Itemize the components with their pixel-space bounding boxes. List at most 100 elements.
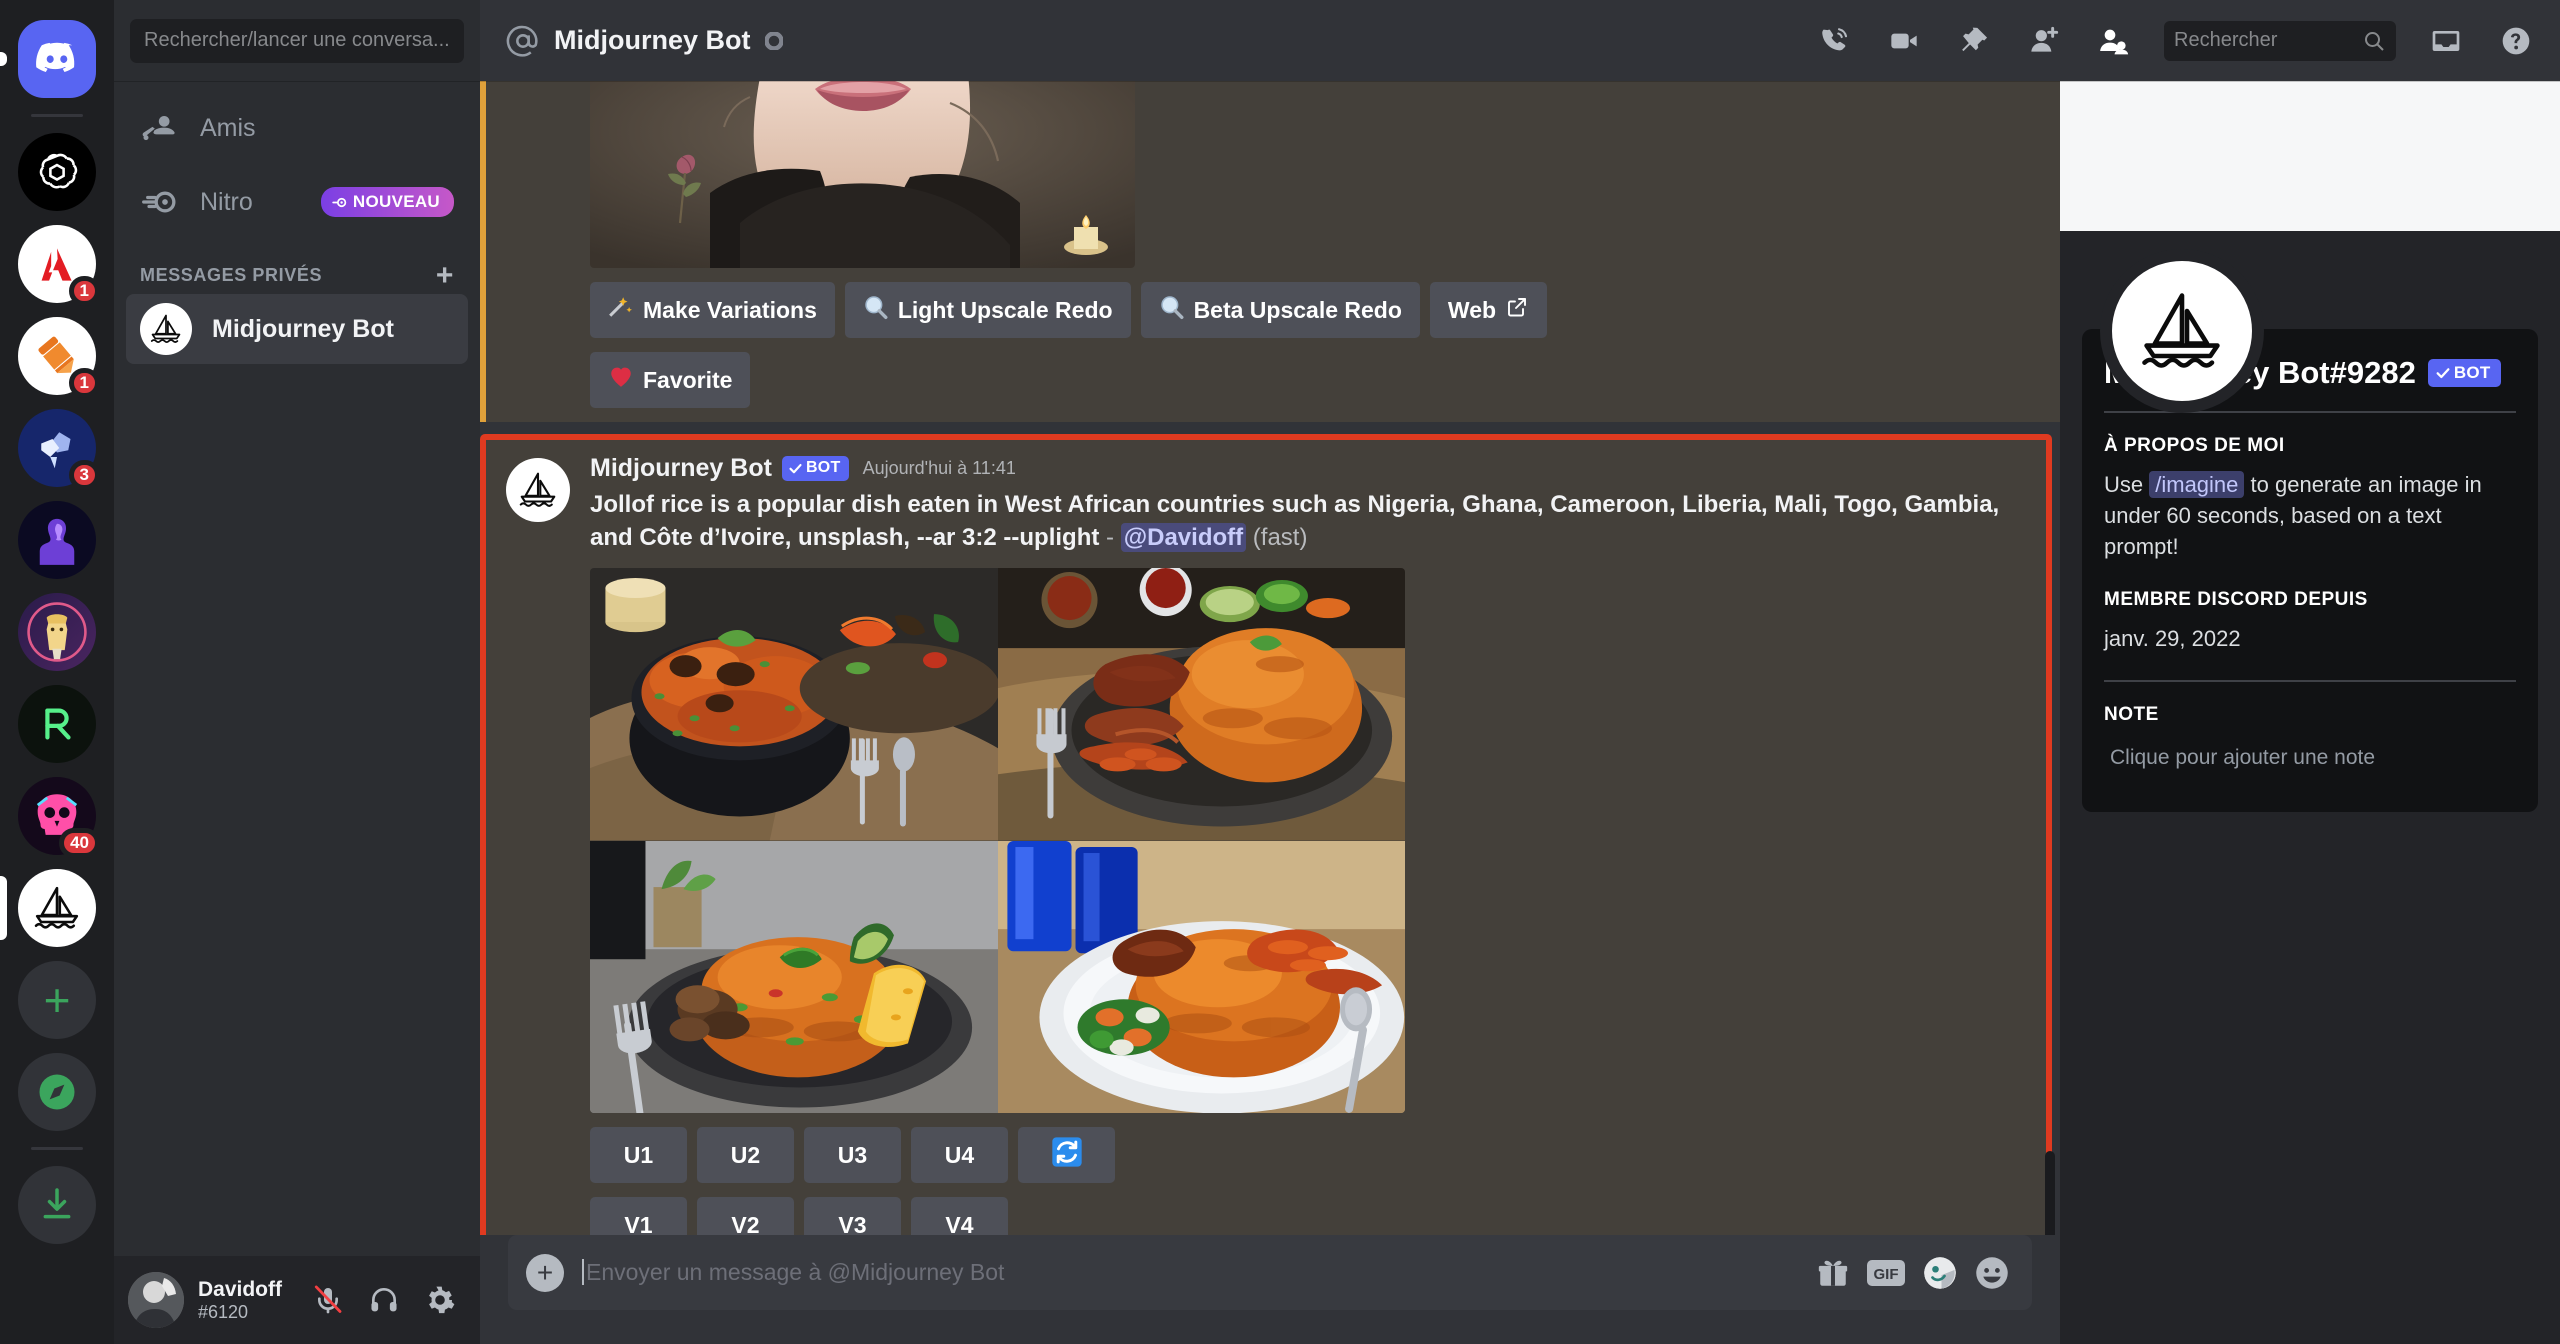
avatar[interactable]: [2100, 249, 2264, 413]
inbox-icon[interactable]: [2418, 15, 2474, 67]
server-rail-item-download[interactable]: [0, 1166, 114, 1244]
david-statue-icon[interactable]: [18, 501, 96, 579]
server-rail-item-gems[interactable]: 3: [0, 409, 114, 490]
variation-1-button[interactable]: V1: [590, 1197, 687, 1235]
grid-cell-4[interactable]: [997, 840, 1405, 1114]
dm-search-input[interactable]: [130, 18, 464, 63]
skull-logo-icon[interactable]: 40: [18, 777, 100, 858]
gems-logo-icon[interactable]: 3: [18, 409, 100, 490]
message-input[interactable]: Envoyer un message à @Midjourney Bot: [582, 1259, 1816, 1286]
search-placeholder: Rechercher: [2174, 29, 2278, 51]
message-jollof-highlight: Midjourney Bot BOT Aujourd'hui à 11:41 J…: [480, 434, 2052, 1235]
generated-image-portrait[interactable]: [590, 81, 1135, 268]
add-friends-icon[interactable]: [2016, 15, 2072, 67]
variation-2-button[interactable]: V2: [697, 1197, 794, 1235]
server-rail-item-openai[interactable]: [0, 133, 114, 211]
grid-cell-3[interactable]: [590, 840, 998, 1114]
server-rail-item-midjourney[interactable]: [0, 869, 114, 947]
speed-label: (fast): [1252, 523, 1308, 551]
server-rail-item-skull[interactable]: 40: [0, 777, 114, 858]
discord-home-icon[interactable]: [18, 20, 96, 98]
beta-upscale-redo-button[interactable]: Beta Upscale Redo: [1140, 282, 1420, 338]
server-rail-item-statue[interactable]: [0, 501, 114, 579]
avatar[interactable]: [128, 1272, 184, 1328]
gift-icon[interactable]: [1816, 1256, 1850, 1290]
r-logo-icon[interactable]: [18, 685, 96, 763]
server-rail-item-discord-home[interactable]: [0, 20, 114, 98]
nitro-badge-label: NOUVEAU: [352, 192, 440, 211]
new-dm-button[interactable]: +: [436, 260, 454, 290]
chat-column: Make Variations Light Upscale Redo Beta …: [480, 81, 2060, 1344]
user-discriminator: #6120: [198, 1301, 249, 1322]
server-rail-item-wizard[interactable]: [0, 593, 114, 671]
add-server-plus-icon[interactable]: +: [18, 961, 96, 1039]
about-pre: Use: [2104, 472, 2144, 497]
dm-item-midjourney-bot[interactable]: Midjourney Bot: [126, 294, 468, 364]
help-icon[interactable]: [2488, 15, 2544, 67]
server-rail-item-add-server[interactable]: +: [0, 961, 114, 1039]
message-author[interactable]: Midjourney Bot: [590, 454, 772, 483]
adobe-logo-icon[interactable]: 1: [18, 225, 100, 306]
message-scrollbar[interactable]: [2044, 89, 2058, 1235]
video-call-icon[interactable]: [1876, 15, 1932, 67]
generated-image-grid[interactable]: [590, 568, 1405, 1114]
note-input[interactable]: Clique pour ajouter une note: [2104, 738, 2516, 778]
mention-davidoff[interactable]: @Davidoff: [1120, 522, 1247, 552]
favorite-button[interactable]: Favorite: [590, 352, 751, 408]
upscale-3-button[interactable]: U3: [804, 1127, 901, 1184]
start-call-icon[interactable]: [1806, 15, 1862, 67]
sidebar-item-friends[interactable]: Amis: [126, 93, 468, 163]
portrait-image: [590, 81, 1135, 268]
download-icon[interactable]: [18, 1166, 96, 1244]
sidebar-item-nitro[interactable]: Nitro NOUVEAU: [126, 167, 468, 237]
midjourney-sailboat-icon[interactable]: [18, 869, 96, 947]
attach-file-button[interactable]: +: [526, 1253, 564, 1292]
member-list-icon[interactable]: [2086, 15, 2142, 67]
make-variations-button[interactable]: Make Variations: [590, 282, 835, 338]
server-rail-item-crayon[interactable]: 1: [0, 317, 114, 398]
upscale-2-button[interactable]: U2: [697, 1127, 794, 1184]
settings-gear-icon[interactable]: [414, 1274, 466, 1326]
variation-4-button[interactable]: V4: [911, 1197, 1008, 1235]
avatar[interactable]: [506, 458, 570, 522]
explore-compass-icon[interactable]: [18, 1053, 96, 1131]
upscale-1-button[interactable]: U1: [590, 1127, 687, 1184]
button-label: Beta Upscale Redo: [1193, 296, 1402, 323]
server-rail-item-r-logo[interactable]: [0, 685, 114, 763]
server-rail-item-adobe[interactable]: 1: [0, 225, 114, 306]
variation-3-button[interactable]: V3: [804, 1197, 901, 1235]
scrollbar-thumb[interactable]: [2045, 1151, 2055, 1235]
reroll-button[interactable]: [1018, 1127, 1115, 1184]
server-rail-item-explore[interactable]: [0, 1053, 114, 1131]
message-scroller[interactable]: Make Variations Light Upscale Redo Beta …: [480, 81, 2060, 1235]
midjourney-sailboat-icon: [150, 314, 181, 343]
composer-icons: GIF: [1816, 1255, 2018, 1291]
upscale-4-button[interactable]: U4: [911, 1127, 1008, 1184]
profile-avatar-wrap: [2100, 249, 2264, 413]
message-input-placeholder: Envoyer un message à @Midjourney Bot: [586, 1259, 1005, 1285]
user-panel: Davidoff #6120: [114, 1256, 480, 1344]
crayon-logo-icon[interactable]: 1: [18, 317, 100, 398]
emoji-icon[interactable]: [1974, 1255, 2010, 1291]
grid-cell-1[interactable]: [590, 568, 998, 841]
grid-cell-2[interactable]: [997, 568, 1405, 841]
mic-muted-icon[interactable]: [302, 1274, 354, 1326]
headphones-icon[interactable]: [358, 1274, 410, 1326]
light-upscale-redo-button[interactable]: Light Upscale Redo: [844, 282, 1131, 338]
user-controls: [302, 1274, 466, 1326]
message-composer[interactable]: + Envoyer un message à @Midjourney Bot G…: [508, 1235, 2032, 1310]
web-button[interactable]: Web: [1429, 282, 1548, 338]
message-buttons-row-u: U1 U2 U3 U4: [590, 1127, 2018, 1184]
gif-icon[interactable]: GIF: [1866, 1259, 1906, 1287]
sticker-icon[interactable]: [1922, 1255, 1958, 1291]
openai-logo-icon[interactable]: [18, 133, 96, 211]
pinned-messages-icon[interactable]: [1946, 15, 2002, 67]
wizard-logo-icon[interactable]: [18, 593, 96, 671]
search-input[interactable]: Rechercher: [2164, 20, 2396, 61]
bot-badge-label: BOT: [2453, 362, 2491, 382]
about-me-body: Use /imagine to generate an image in und…: [2104, 469, 2516, 563]
imagine-command-chip[interactable]: /imagine: [2149, 471, 2245, 498]
rail-divider: [31, 114, 83, 117]
prompt-dash: -: [1106, 523, 1115, 551]
button-label: V1: [624, 1211, 653, 1235]
